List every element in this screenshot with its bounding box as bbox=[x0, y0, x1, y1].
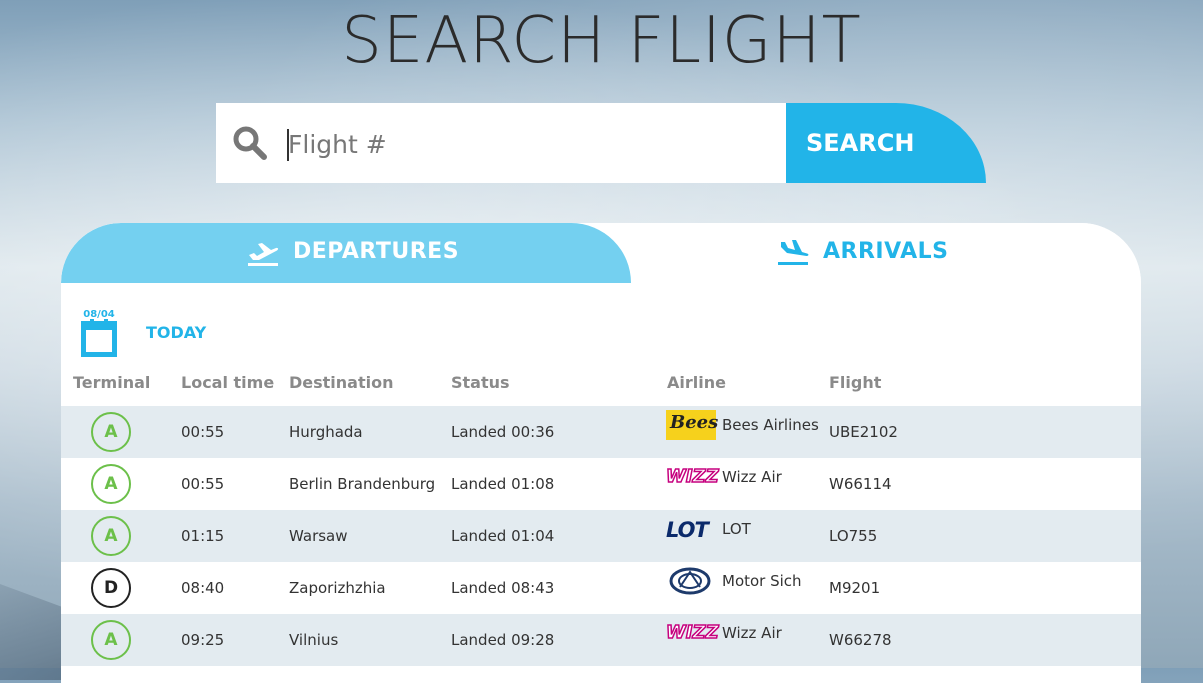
terminal-badge: D bbox=[91, 568, 131, 608]
local-time: 08:40 bbox=[181, 579, 225, 597]
terminal-badge: A bbox=[91, 464, 131, 504]
page-title: SEARCH FLIGHT bbox=[341, 4, 862, 78]
destination: Vilnius bbox=[289, 631, 339, 649]
terminal-badge: A bbox=[91, 620, 131, 660]
bees-logo: Bees bbox=[666, 410, 718, 440]
flights-panel: DEPARTURES ARRIVALS 08/04 TODAY Terminal… bbox=[61, 223, 1141, 683]
wizz-logo: WIZZ bbox=[665, 621, 719, 644]
column-header-flight: Flight bbox=[829, 373, 882, 392]
date-badge: 08/04 bbox=[83, 309, 115, 320]
status: Landed 01:08 bbox=[451, 475, 555, 493]
table-row[interactable]: A 01:15 Warsaw Landed 01:04 LOT LOT LO75… bbox=[61, 510, 1141, 562]
tab-departures[interactable]: DEPARTURES bbox=[61, 223, 631, 283]
flight-number: LO755 bbox=[829, 527, 878, 545]
table-row[interactable]: A 00:55 Hurghada Landed 00:36 Bees Bees … bbox=[61, 406, 1141, 458]
tab-arrivals-label: ARRIVALS bbox=[823, 239, 949, 264]
airline-name: Wizz Air bbox=[722, 624, 782, 642]
column-header-terminal: Terminal bbox=[73, 373, 151, 392]
destination: Hurghada bbox=[289, 423, 363, 441]
flight-number: UBE2102 bbox=[829, 423, 898, 441]
table-row[interactable]: A 00:55 Berlin Brandenburg Landed 01:08 … bbox=[61, 458, 1141, 510]
airline-name: Bees Airlines bbox=[722, 416, 819, 434]
text-caret bbox=[287, 129, 289, 161]
destination: Warsaw bbox=[289, 527, 348, 545]
airline-name: Motor Sich bbox=[722, 572, 802, 590]
table-row[interactable]: A 09:25 Vilnius Landed 09:28 WIZZ Wizz A… bbox=[61, 614, 1141, 666]
terminal-badge: A bbox=[91, 516, 131, 556]
column-header-status: Status bbox=[451, 373, 510, 392]
status: Landed 00:36 bbox=[451, 423, 555, 441]
column-header-destination: Destination bbox=[289, 373, 394, 392]
motor-sich-logo bbox=[669, 567, 711, 595]
airline-name: Wizz Air bbox=[722, 468, 782, 486]
table-row[interactable]: D 08:40 Zaporizhzhia Landed 08:43 Motor … bbox=[61, 562, 1141, 614]
column-header-airline: Airline bbox=[667, 373, 726, 392]
status: Landed 09:28 bbox=[451, 631, 555, 649]
plane-takeoff-icon bbox=[248, 243, 279, 266]
local-time: 09:25 bbox=[181, 631, 225, 649]
search-icon bbox=[233, 126, 267, 160]
local-time: 01:15 bbox=[181, 527, 225, 545]
lot-logo: LOT bbox=[666, 518, 709, 542]
flight-number: W66278 bbox=[829, 631, 892, 649]
column-header-local-time: Local time bbox=[181, 373, 275, 392]
status: Landed 01:04 bbox=[451, 527, 555, 545]
local-time: 00:55 bbox=[181, 475, 225, 493]
search-input[interactable] bbox=[284, 118, 772, 170]
status: Landed 08:43 bbox=[451, 579, 555, 597]
plane-landing-icon bbox=[778, 240, 809, 265]
destination: Berlin Brandenburg bbox=[289, 475, 436, 493]
airline-name: LOT bbox=[722, 520, 751, 538]
flight-number: W66114 bbox=[829, 475, 892, 493]
date-today-label[interactable]: TODAY bbox=[146, 323, 206, 342]
tab-arrivals[interactable]: ARRIVALS bbox=[631, 223, 1141, 283]
tab-departures-label: DEPARTURES bbox=[293, 239, 460, 264]
flight-number: M9201 bbox=[829, 579, 881, 597]
terminal-badge: A bbox=[91, 412, 131, 452]
destination: Zaporizhzhia bbox=[289, 579, 386, 597]
local-time: 00:55 bbox=[181, 423, 225, 441]
wizz-logo: WIZZ bbox=[665, 465, 719, 488]
